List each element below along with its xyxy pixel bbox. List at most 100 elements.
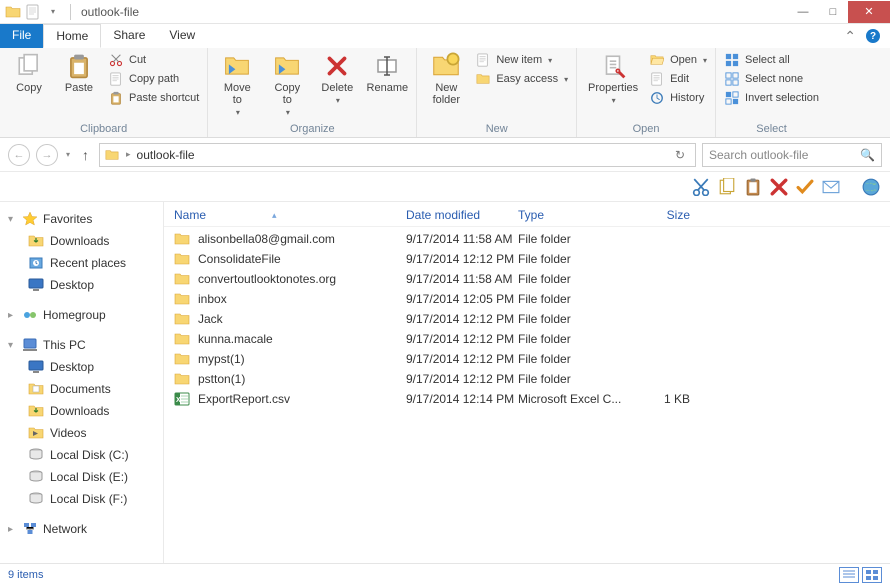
cell-type: Microsoft Excel C... <box>518 392 630 406</box>
refresh-button[interactable]: ↻ <box>669 148 691 162</box>
edit-button[interactable]: Edit <box>649 71 707 87</box>
table-row[interactable]: ConsolidateFile9/17/2014 12:12 PMFile fo… <box>164 249 890 269</box>
sidebar-item[interactable]: Desktop <box>0 356 163 378</box>
breadcrumb[interactable]: outlook-file <box>137 148 195 162</box>
sidebar-item[interactable]: Local Disk (E:) <box>0 466 163 488</box>
select-none-button[interactable]: Select none <box>724 71 819 87</box>
new-group-label: New <box>425 121 568 135</box>
folder-icon[interactable] <box>4 3 22 21</box>
sidebar-item[interactable]: Desktop <box>0 274 163 296</box>
tab-share[interactable]: Share <box>101 24 157 48</box>
sidebar-item-favorites[interactable]: ▾Favorites <box>0 208 163 230</box>
column-headers: Name▴ Date modified Type Size <box>164 202 890 227</box>
tab-file[interactable]: File <box>0 24 43 48</box>
sidebar-item-label: Downloads <box>50 404 109 418</box>
column-header-date[interactable]: Date modified <box>406 208 518 222</box>
address-box[interactable]: ▸ outlook-file ↻ <box>99 143 696 167</box>
up-button[interactable]: ↑ <box>78 147 93 163</box>
sidebar-item-network[interactable]: ▸Network <box>0 518 163 540</box>
paste-shortcut-button[interactable]: Paste shortcut <box>108 90 199 106</box>
table-row[interactable]: kunna.macale9/17/2014 12:12 PMFile folde… <box>164 329 890 349</box>
select-group-label: Select <box>724 121 819 135</box>
properties-button[interactable]: Properties▾ <box>585 52 641 105</box>
close-button[interactable]: ✕ <box>848 1 890 23</box>
organize-group-label: Organize <box>216 121 408 135</box>
sidebar-item[interactable]: Downloads <box>0 230 163 252</box>
easy-access-button[interactable]: Easy access▾ <box>475 71 568 87</box>
chevron-down-icon[interactable]: ▾ <box>8 214 17 225</box>
copy-path-button[interactable]: Copy path <box>108 71 199 87</box>
delete-button[interactable]: Delete▾ <box>316 52 358 105</box>
history-button[interactable]: History <box>649 90 707 106</box>
check-icon[interactable] <box>796 178 814 196</box>
tab-home[interactable]: Home <box>43 24 101 48</box>
window-title: outlook-file <box>75 5 139 19</box>
sidebar-item-thispc[interactable]: ▾This PC <box>0 334 163 356</box>
open-button[interactable]: Open▾ <box>649 52 707 68</box>
sidebar-item-label: Recent places <box>50 256 126 270</box>
new-folder-button[interactable]: New folder <box>425 52 467 106</box>
clipboard-group-label: Clipboard <box>8 121 199 135</box>
copy-to-button[interactable]: Copy to▾ <box>266 52 308 117</box>
tab-view[interactable]: View <box>157 24 207 48</box>
cell-name: convertoutlooktonotes.org <box>198 272 406 286</box>
sidebar-item[interactable]: Videos <box>0 422 163 444</box>
search-input[interactable]: Search outlook-file 🔍 <box>702 143 882 167</box>
minimize-button[interactable]: — <box>788 1 818 23</box>
icons-view-button[interactable] <box>862 567 882 583</box>
delete-x-icon[interactable] <box>770 178 788 196</box>
table-row[interactable]: Jack9/17/2014 12:12 PMFile folder <box>164 309 890 329</box>
column-header-type[interactable]: Type <box>518 208 630 222</box>
globe-icon[interactable] <box>862 178 880 196</box>
disk-icon <box>28 469 44 485</box>
table-row[interactable]: convertoutlooktonotes.org9/17/2014 11:58… <box>164 269 890 289</box>
sidebar-item[interactable]: Local Disk (C:) <box>0 444 163 466</box>
new-item-button[interactable]: New item▾ <box>475 52 568 68</box>
collapse-ribbon-icon[interactable]: ⌃ <box>844 28 856 45</box>
table-row[interactable]: inbox9/17/2014 12:05 PMFile folder <box>164 289 890 309</box>
envelope-icon[interactable] <box>822 178 840 196</box>
sidebar-item-homegroup[interactable]: ▸Homegroup <box>0 304 163 326</box>
scissors-icon[interactable] <box>692 178 710 196</box>
invert-selection-button[interactable]: Invert selection <box>724 90 819 106</box>
cell-name: ExportReport.csv <box>198 392 406 406</box>
videos-icon <box>28 425 44 441</box>
cell-type: File folder <box>518 372 630 386</box>
sidebar-item[interactable]: Downloads <box>0 400 163 422</box>
sidebar-item[interactable]: Local Disk (F:) <box>0 488 163 510</box>
table-row[interactable]: mypst(1)9/17/2014 12:12 PMFile folder <box>164 349 890 369</box>
back-button[interactable]: ← <box>8 144 30 166</box>
folder-icon <box>174 231 190 247</box>
chevron-right-icon[interactable]: ▸ <box>8 310 17 321</box>
rename-button[interactable]: Rename <box>366 52 408 94</box>
copy-button[interactable]: Copy <box>8 52 50 94</box>
table-row[interactable]: ExportReport.csv9/17/2014 12:14 PMMicros… <box>164 389 890 409</box>
details-view-button[interactable] <box>839 567 859 583</box>
cut-button[interactable]: Cut <box>108 52 199 68</box>
help-icon[interactable]: ? <box>866 29 880 43</box>
maximize-button[interactable]: □ <box>818 1 848 23</box>
table-row[interactable]: pstton(1)9/17/2014 12:12 PMFile folder <box>164 369 890 389</box>
cell-type: File folder <box>518 272 630 286</box>
column-header-size[interactable]: Size <box>630 208 690 222</box>
table-row[interactable]: alisonbella08@gmail.com9/17/2014 11:58 A… <box>164 229 890 249</box>
chevron-right-icon[interactable]: ▸ <box>8 524 17 535</box>
breadcrumb-separator-icon[interactable]: ▸ <box>126 149 131 160</box>
desktop-icon <box>28 359 44 375</box>
titlebar: ▾ outlook-file — □ ✕ <box>0 0 890 24</box>
forward-button[interactable]: → <box>36 144 58 166</box>
nav-history-dropdown-icon[interactable]: ▾ <box>64 150 72 159</box>
clipboard-icon[interactable] <box>744 178 762 196</box>
new-doc-icon[interactable] <box>24 3 42 21</box>
download-folder-icon <box>28 403 44 419</box>
sidebar-item[interactable]: Recent places <box>0 252 163 274</box>
paste-label: Paste <box>65 82 93 94</box>
column-header-name[interactable]: Name▴ <box>174 208 406 222</box>
move-to-button[interactable]: Move to▾ <box>216 52 258 117</box>
sidebar-item[interactable]: Documents <box>0 378 163 400</box>
qat-dropdown-icon[interactable]: ▾ <box>44 3 62 21</box>
chevron-down-icon[interactable]: ▾ <box>8 340 17 351</box>
copy-docs-icon[interactable] <box>718 178 736 196</box>
select-all-button[interactable]: Select all <box>724 52 819 68</box>
paste-button[interactable]: Paste <box>58 52 100 94</box>
